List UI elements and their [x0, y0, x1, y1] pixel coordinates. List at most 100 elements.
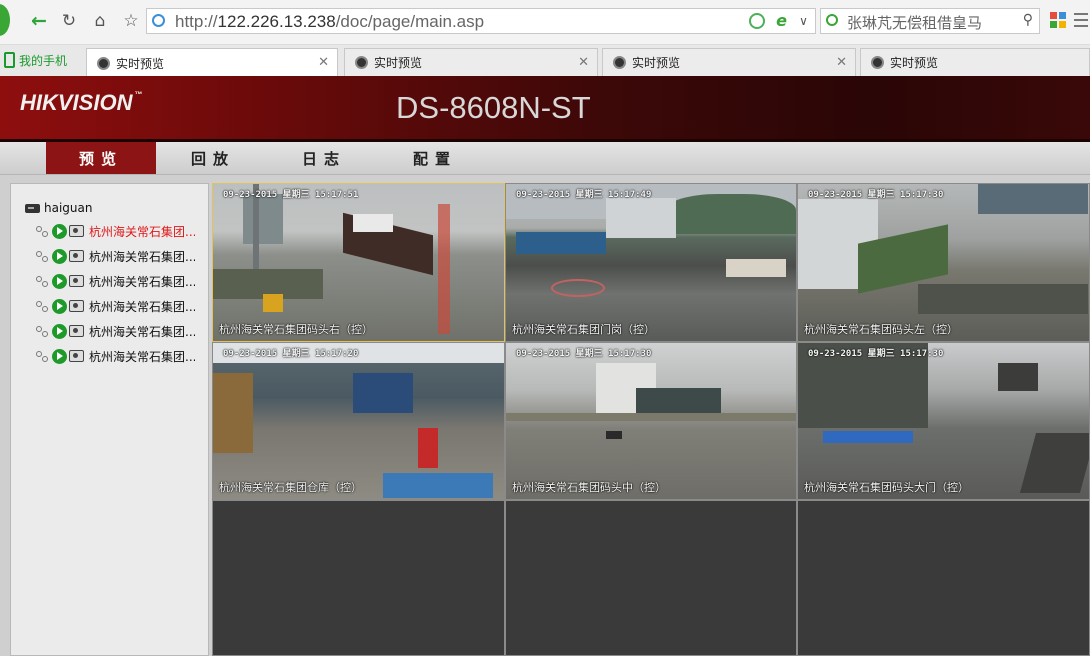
- camera-icon: [69, 225, 84, 237]
- close-icon[interactable]: ✕: [578, 55, 589, 70]
- phone-icon: [4, 52, 15, 68]
- app-header: HIKVISION ™ DS-8608N-ST: [0, 76, 1090, 142]
- search-icon[interactable]: ⚲: [1023, 12, 1033, 28]
- play-icon[interactable]: [52, 248, 67, 264]
- tab-live-view-2[interactable]: 实时预览 ✕: [344, 48, 598, 76]
- menu-config[interactable]: 配置: [380, 142, 490, 174]
- dvr-icon: [25, 203, 40, 213]
- video-cell[interactable]: 09-23-2015 星期三 15:17:20 杭州海关常石集团仓库（控）: [212, 342, 505, 500]
- channel-item[interactable]: 杭州海关常石集团...: [35, 297, 195, 315]
- video-cell[interactable]: 09-23-2015 星期三 15:17:30 杭州海关常石集团码头左（控）: [797, 183, 1090, 342]
- main-menu: 预览 回放 日志 配置: [0, 142, 1090, 175]
- osd-channel-name: 杭州海关常石集团码头大门（控）: [804, 481, 969, 494]
- hikvision-favicon-icon: [613, 56, 626, 69]
- camera-feed: [798, 184, 1089, 341]
- hikvision-favicon-icon: [97, 56, 110, 70]
- channel-label: 杭州海关常石集团...: [89, 249, 195, 264]
- hikvision-favicon-icon: [355, 56, 368, 69]
- menu-preview[interactable]: 预览: [46, 142, 156, 174]
- address-bar[interactable]: http://122.226.13.238/doc/page/main.asp …: [146, 8, 794, 34]
- tree-link-icon: [35, 350, 49, 362]
- tree-link-icon: [35, 300, 49, 312]
- device-node[interactable]: haiguan: [25, 201, 92, 215]
- back-arrow-icon[interactable]: ←: [28, 10, 50, 32]
- menu-playback[interactable]: 回放: [158, 142, 268, 174]
- tab-strip: 我的手机 实时预览 ✕ 实时预览 ✕ 实时预览 ✕ 实时预览: [0, 45, 1090, 77]
- video-grid: 09-23-2015 星期三 15:17:51 杭州海关常石集团码头右（控） 0…: [212, 183, 1090, 656]
- apps-grid-icon[interactable]: [1050, 12, 1066, 28]
- my-phone-label: 我的手机: [19, 53, 68, 68]
- video-cell-empty[interactable]: [212, 500, 505, 656]
- close-icon[interactable]: ✕: [318, 55, 329, 70]
- channel-label: 杭州海关常石集团...: [89, 299, 195, 314]
- camera-icon: [69, 300, 84, 312]
- camera-icon: [69, 275, 84, 287]
- tree-link-icon: [35, 325, 49, 337]
- camera-feed: [798, 343, 1089, 499]
- home-icon[interactable]: ⌂: [89, 10, 111, 32]
- search-box[interactable]: 张琳芃无偿租借皇马 ⚲: [820, 8, 1040, 34]
- channel-item[interactable]: 杭州海关常石集团...: [35, 272, 195, 290]
- camera-icon: [69, 350, 84, 362]
- tree-link-icon: [35, 275, 49, 287]
- osd-timestamp: 09-23-2015 星期三 15:17:20: [223, 349, 359, 359]
- browser-menu-icon[interactable]: [1074, 13, 1088, 31]
- search-input[interactable]: 张琳芃无偿租借皇马: [847, 12, 982, 33]
- osd-channel-name: 杭州海关常石集团码头中（控）: [512, 481, 666, 494]
- channel-label: 杭州海关常石集团...: [89, 349, 195, 364]
- video-cell[interactable]: 09-23-2015 星期三 15:17:30 杭州海关常石集团码头大门（控）: [797, 342, 1090, 500]
- osd-channel-name: 杭州海关常石集团码头左（控）: [804, 323, 958, 336]
- video-cell[interactable]: 09-23-2015 星期三 15:17:49 杭州海关常石集团门岗（控）: [505, 183, 797, 342]
- device-tree-panel: haiguan 杭州海关常石集团... 杭州海关常石集团... 杭州海关常石集团…: [10, 183, 209, 656]
- channel-label: 杭州海关常石集团...: [89, 224, 195, 239]
- channel-label: 杭州海关常石集团...: [89, 274, 195, 289]
- osd-timestamp: 09-23-2015 星期三 15:17:30: [808, 190, 944, 200]
- channel-item[interactable]: 杭州海关常石集团...: [35, 222, 195, 240]
- close-icon[interactable]: ✕: [836, 55, 847, 70]
- hikvision-logo: HIKVISION ™: [20, 90, 143, 115]
- camera-feed: [213, 343, 504, 499]
- osd-timestamp: 09-23-2015 星期三 15:17:49: [516, 190, 652, 200]
- osd-channel-name: 杭州海关常石集团码头右（控）: [219, 323, 373, 336]
- play-icon[interactable]: [52, 298, 67, 314]
- my-phone-button[interactable]: 我的手机: [4, 51, 67, 69]
- osd-channel-name: 杭州海关常石集团仓库（控）: [219, 481, 362, 494]
- channel-item[interactable]: 杭州海关常石集团...: [35, 322, 195, 340]
- play-icon[interactable]: [52, 348, 67, 364]
- camera-feed: [213, 184, 504, 341]
- refresh-icon[interactable]: ↻: [58, 10, 80, 32]
- hikvision-favicon-icon: [871, 56, 884, 69]
- search-engine-icon[interactable]: [826, 14, 838, 26]
- tree-link-icon: [35, 250, 49, 262]
- camera-feed: [506, 184, 796, 341]
- video-cell[interactable]: 09-23-2015 星期三 15:17:51 杭州海关常石集团码头右（控）: [212, 183, 505, 342]
- tab-live-view-4[interactable]: 实时预览: [860, 48, 1090, 76]
- tab-live-view-3[interactable]: 实时预览 ✕: [602, 48, 856, 76]
- camera-icon: [69, 325, 84, 337]
- browser-logo-icon: [0, 4, 10, 36]
- device-model-title: DS-8608N-ST: [396, 90, 591, 125]
- osd-channel-name: 杭州海关常石集团门岗（控）: [512, 323, 655, 336]
- menu-log[interactable]: 日志: [269, 142, 379, 174]
- channel-label: 杭州海关常石集团...: [89, 324, 195, 339]
- osd-timestamp: 09-23-2015 星期三 15:17:30: [808, 349, 944, 359]
- browser-toolbar: ← ↻ ⌂ ☆ http://122.226.13.238/doc/page/m…: [0, 0, 1090, 45]
- compat-mode-icon[interactable]: [749, 13, 765, 29]
- url-text[interactable]: http://122.226.13.238/doc/page/main.asp: [175, 12, 484, 32]
- video-cell-empty[interactable]: [797, 500, 1090, 656]
- channel-item[interactable]: 杭州海关常石集团...: [35, 247, 195, 265]
- ie-mode-icon[interactable]: e: [776, 11, 787, 30]
- play-icon[interactable]: [52, 223, 67, 239]
- chevron-down-icon[interactable]: ∨: [792, 8, 816, 34]
- osd-timestamp: 09-23-2015 星期三 15:17:51: [223, 190, 359, 200]
- video-cell-empty[interactable]: [505, 500, 797, 656]
- camera-icon: [69, 250, 84, 262]
- video-cell[interactable]: 09-23-2015 星期三 15:17:30 杭州海关常石集团码头中（控）: [505, 342, 797, 500]
- tab-live-view-1[interactable]: 实时预览 ✕: [86, 48, 338, 77]
- tree-link-icon: [35, 225, 49, 237]
- play-icon[interactable]: [52, 273, 67, 289]
- star-icon[interactable]: ☆: [120, 10, 142, 32]
- play-icon[interactable]: [52, 323, 67, 339]
- channel-item[interactable]: 杭州海关常石集团...: [35, 347, 195, 365]
- osd-timestamp: 09-23-2015 星期三 15:17:30: [516, 349, 652, 359]
